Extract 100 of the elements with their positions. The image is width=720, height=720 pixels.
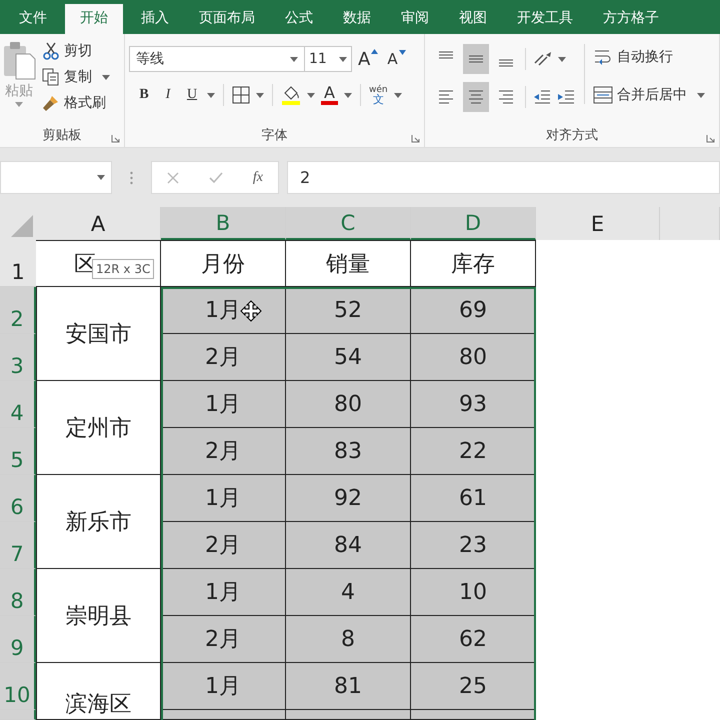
ribbon-tab[interactable]: 数据 [328, 4, 386, 34]
table-cell: 4 [286, 569, 411, 616]
brush-icon [42, 94, 60, 112]
caret-icon[interactable] [307, 92, 315, 98]
table-cell: 崇明县 [36, 569, 161, 663]
formula-field[interactable]: 2 [287, 161, 720, 194]
caret-icon [15, 102, 23, 107]
merge-center-button[interactable]: 合并后居中 [593, 84, 705, 106]
copy-icon [42, 68, 60, 86]
table-cell: 80 [411, 334, 536, 381]
caret-icon [697, 92, 705, 98]
align-lines-icon [438, 52, 454, 58]
align-lines-icon [468, 90, 484, 104]
caret-icon[interactable] [558, 56, 566, 62]
triangle-up-icon [371, 48, 378, 54]
table-cell: 93 [411, 381, 536, 428]
triangle-down-icon [398, 50, 406, 55]
table-cell: 69 [411, 287, 536, 334]
font-size-field[interactable]: 11 [304, 46, 352, 72]
table-cell: 92 [286, 475, 411, 522]
row-header[interactable]: 9 [0, 616, 36, 663]
column-header[interactable]: C [286, 207, 411, 240]
table-cell: 2月 [161, 522, 286, 569]
table-cell: 库存 [411, 240, 536, 287]
row-header[interactable]: 5 [0, 428, 36, 475]
bold-button[interactable]: B [135, 87, 153, 103]
align-lines-icon [438, 90, 454, 104]
table-cell: 81 [286, 663, 411, 710]
caret-icon[interactable] [394, 92, 402, 98]
ribbon-tab[interactable]: 方方格子 [588, 4, 674, 34]
table-cell: 62 [411, 616, 536, 663]
table-cell: 8 [286, 616, 411, 663]
caret-icon[interactable] [207, 92, 215, 98]
ribbon-tab[interactable]: 开始 [65, 4, 123, 34]
table-cell: 83 [286, 428, 411, 475]
table-cell: 月份 [161, 240, 286, 287]
row-header[interactable]: 6 [0, 475, 36, 522]
ribbon-tab[interactable]: 审阅 [386, 4, 444, 34]
row-header[interactable]: 3 [0, 334, 36, 381]
wrap-text-button[interactable]: 自动换行 [593, 46, 705, 68]
font-color-button[interactable]: A [321, 85, 338, 105]
dialog-launcher-icon[interactable] [411, 134, 420, 143]
row-header[interactable]: 1 [0, 240, 36, 287]
caret-icon [102, 74, 110, 80]
format-painter-button[interactable]: 格式刷 [42, 92, 110, 114]
table-cell: 54 [286, 334, 411, 381]
dialog-launcher-icon[interactable] [111, 134, 120, 143]
ribbon-tab[interactable]: 页面布局 [184, 4, 270, 34]
ribbon-tab[interactable]: 文件 [4, 4, 62, 34]
column-header[interactable]: B [161, 207, 286, 240]
table-cell: 1月 [161, 381, 286, 428]
ribbon-tab[interactable]: 插入 [126, 4, 184, 34]
dialog-launcher-icon[interactable] [706, 134, 715, 143]
table-cell: 定州市 [36, 381, 161, 475]
row-header[interactable]: 2 [0, 287, 36, 334]
italic-button[interactable]: I [159, 87, 177, 103]
decrease-font-button[interactable]: A [384, 50, 409, 68]
table-cell: 10 [411, 569, 536, 616]
vertical-align-button[interactable] [463, 44, 489, 74]
horizontal-align-button[interactable] [463, 82, 489, 112]
underline-button[interactable]: U [183, 87, 201, 103]
caret-icon[interactable] [256, 92, 264, 98]
font-name-field[interactable]: 等线 [129, 46, 305, 72]
caret-icon[interactable] [344, 92, 352, 98]
borders-icon[interactable] [232, 86, 250, 104]
align-lines-icon [498, 60, 514, 66]
phonetic-button[interactable]: wén 文 [368, 85, 388, 105]
group-label: 字体 [262, 127, 288, 144]
caret-icon [97, 175, 105, 180]
table-cell: 1月 [161, 475, 286, 522]
table-cell: 52 [286, 287, 411, 334]
move-cursor-icon [240, 300, 262, 322]
column-header[interactable]: D [411, 207, 536, 240]
table-cell: 25 [411, 663, 536, 710]
ribbon-tab[interactable]: 公式 [270, 4, 328, 34]
table-cell: 22 [411, 428, 536, 475]
table-cell: 安国市 [36, 287, 161, 381]
copy-button[interactable]: 复制 [42, 66, 110, 88]
table-cell: 23 [411, 522, 536, 569]
cut-button[interactable]: 剪切 [42, 40, 110, 62]
table-cell: 80 [286, 381, 411, 428]
merge-cells-icon [593, 86, 613, 104]
table-cell: 2月 [161, 334, 286, 381]
insert-function-button[interactable]: fx [252, 170, 263, 186]
column-header[interactable]: E [536, 207, 660, 240]
caret-icon [339, 56, 347, 62]
caret-icon [290, 56, 298, 62]
row-header[interactable]: 10 [0, 663, 36, 710]
row-header[interactable]: 8 [0, 569, 36, 616]
row-header[interactable] [0, 710, 36, 720]
row-header[interactable]: 7 [0, 522, 36, 569]
row-header[interactable]: 4 [0, 381, 36, 428]
table-cell: 新乐市 [36, 475, 161, 569]
column-header[interactable]: A [36, 207, 161, 240]
fill-color-icon[interactable] [281, 85, 301, 105]
increase-font-button[interactable]: A [355, 48, 382, 70]
grip-icon [130, 170, 133, 184]
ribbon-tab[interactable]: 开发工具 [502, 4, 588, 34]
table-cell: 滨海区 [36, 663, 161, 720]
ribbon-tab[interactable]: 视图 [444, 4, 502, 34]
